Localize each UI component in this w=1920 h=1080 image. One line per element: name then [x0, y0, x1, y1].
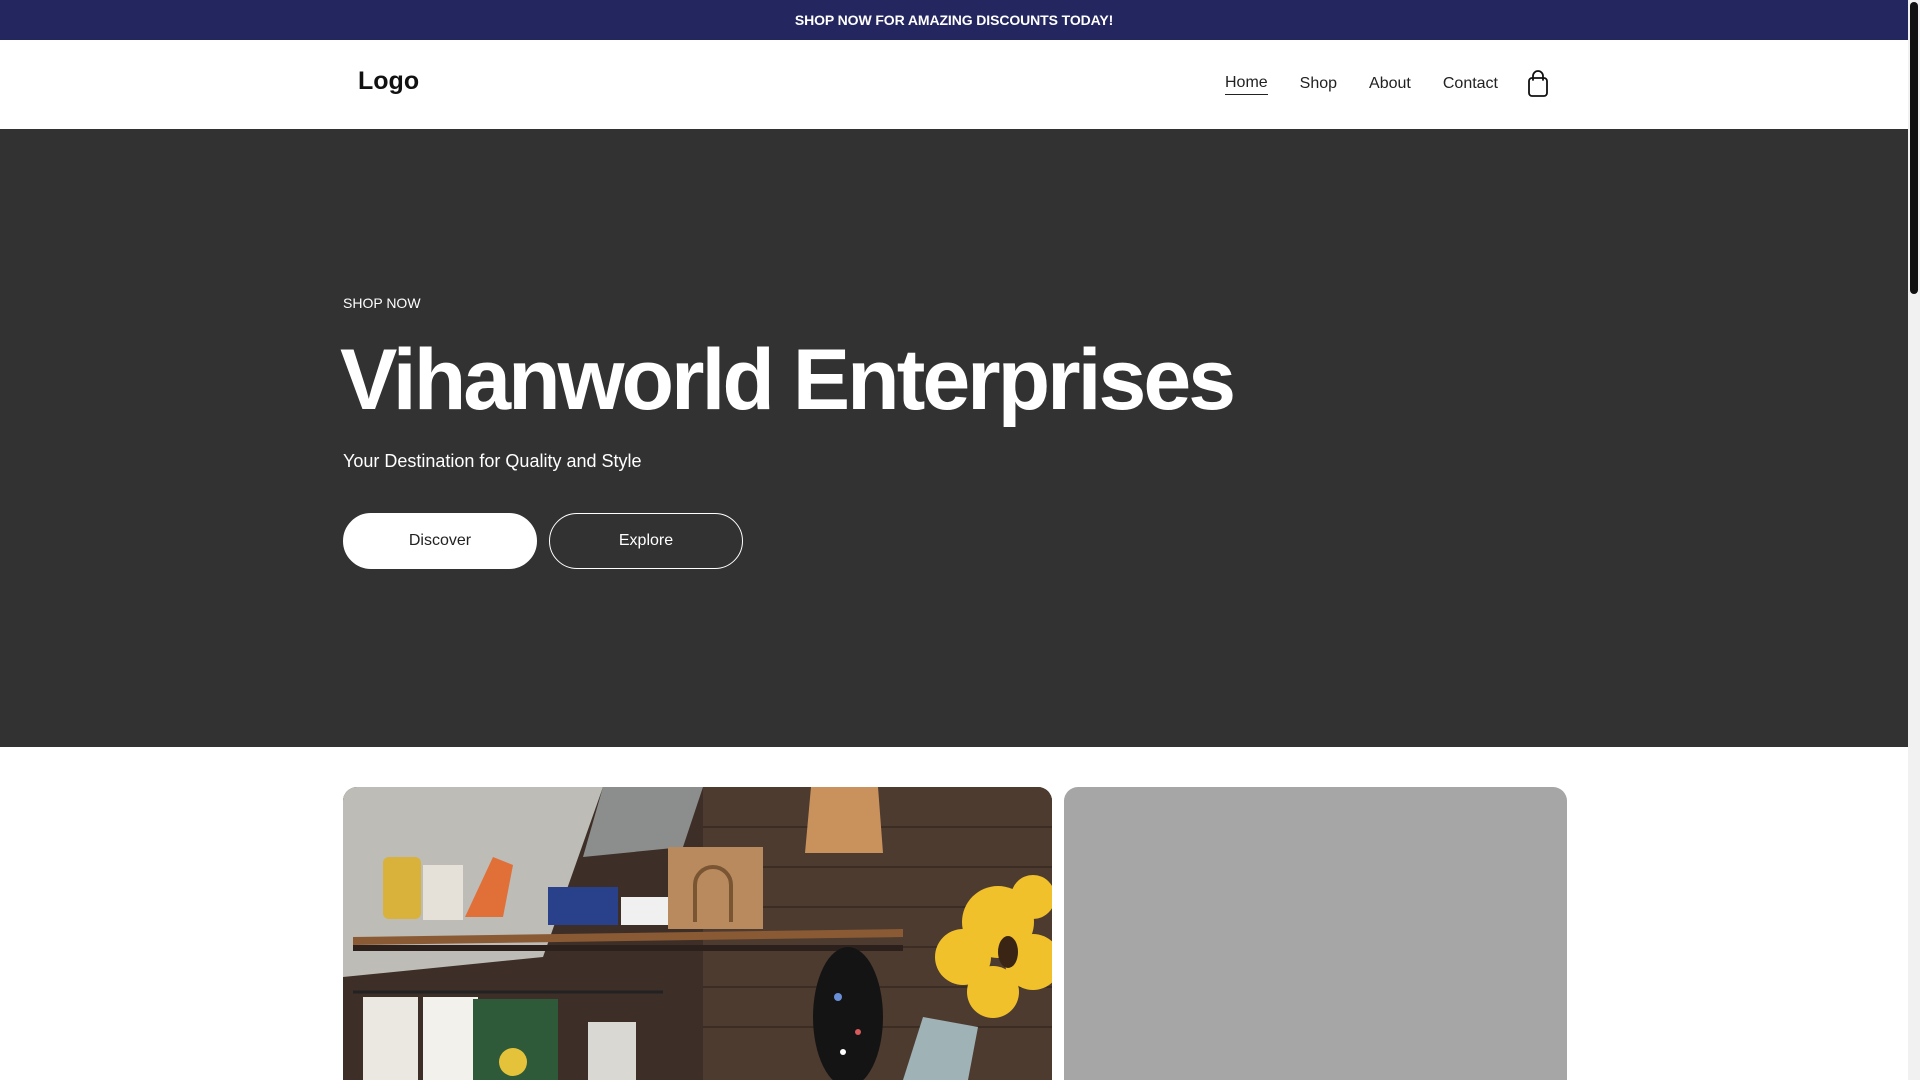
placeholder-image-card	[1064, 787, 1567, 1080]
hero-title: Vihanworld Enterprises	[340, 332, 1236, 428]
hero-subtitle: Your Destination for Quality and Style	[343, 451, 642, 471]
main-nav: Home Shop About Contact	[1193, 74, 1498, 95]
nav-link-home[interactable]: Home	[1224, 74, 1268, 95]
hero-section: SHOP NOW Vihanworld Enterprises Your Des…	[0, 129, 1908, 747]
scrollbar-thumb[interactable]	[1910, 2, 1918, 294]
explore-button[interactable]: Explore	[549, 513, 743, 569]
hero-eyebrow: SHOP NOW	[343, 295, 421, 311]
nav-link-shop[interactable]: Shop	[1300, 75, 1337, 95]
announcement-text: SHOP NOW FOR AMAZING DISCOUNTS TODAY!	[794, 12, 1114, 28]
logo[interactable]: Logo	[358, 67, 419, 96]
nav-link-about[interactable]: About	[1369, 75, 1411, 95]
nav-link-contact[interactable]: Contact	[1443, 75, 1498, 95]
shopping-bag-icon[interactable]	[1526, 70, 1550, 98]
page-scrollbar[interactable]	[1908, 0, 1920, 1080]
discover-button[interactable]: Discover	[343, 513, 537, 569]
featured-store-photo	[343, 787, 1052, 1080]
site-header: Logo Home Shop About Contact	[0, 40, 1908, 129]
page: SHOP NOW FOR AMAZING DISCOUNTS TODAY! Lo…	[0, 0, 1920, 1080]
announcement-bar: SHOP NOW FOR AMAZING DISCOUNTS TODAY!	[0, 0, 1908, 40]
store-shelf-image	[343, 787, 1052, 1080]
